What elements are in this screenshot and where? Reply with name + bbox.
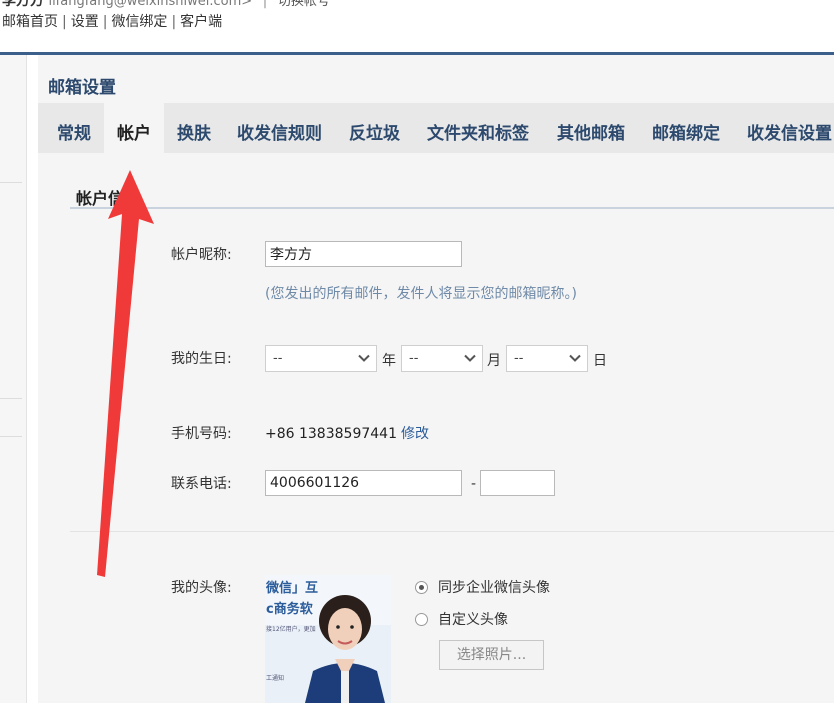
settings-panel: 邮箱设置 常规 帐户 换肤 收发信规则 反垃圾 文件夹和标签 其他邮箱 邮箱绑定… <box>38 55 834 703</box>
section-rule <box>70 207 834 209</box>
birthday-day-unit: 日 <box>593 353 607 369</box>
top-bar: 李方方 lifangfang@weixinshiwei.com> | 切换帐号 … <box>0 0 834 52</box>
user-email-suffix: > <box>241 0 253 9</box>
link-separator: | <box>62 14 67 30</box>
link-client[interactable]: 客户端 <box>180 14 222 30</box>
avatar-banner-line3: 接12亿用户，更加 <box>266 626 316 633</box>
avatar-banner-line4: 工通知 <box>266 675 285 682</box>
phone-value-row: +86 13838597441 修改 <box>265 423 429 443</box>
phone-modify-link[interactable]: 修改 <box>401 426 429 442</box>
chevron-down-icon <box>569 354 581 362</box>
switch-account-link[interactable]: 切换帐号 <box>278 0 330 9</box>
sidebar-divider <box>0 436 22 437</box>
user-name: 李方方 <box>2 0 44 9</box>
top-links: 邮箱首页 | 设置 | 微信绑定 | 客户端 <box>2 11 222 31</box>
nickname-hint: (您发出的所有邮件，发件人将显示您的邮箱昵称。) <box>265 286 577 302</box>
tab-skin[interactable]: 换肤 <box>177 103 211 153</box>
tab-folders-labels[interactable]: 文件夹和标签 <box>427 103 529 153</box>
user-line: 李方方 lifangfang@weixinshiwei.com> | 切换帐号 <box>2 0 330 10</box>
avatar-option-custom-label: 自定义头像 <box>438 612 508 628</box>
avatar-option-custom[interactable]: 自定义头像 <box>415 609 508 629</box>
page-title: 邮箱设置 <box>48 78 116 98</box>
tab-mail-rules[interactable]: 收发信规则 <box>237 103 322 153</box>
birthday-year-value: -- <box>273 351 283 366</box>
user-line-separator: | <box>262 0 268 9</box>
user-email: lifangfang@weixinshiwei.com <box>48 0 242 9</box>
radio-unchecked-icon[interactable] <box>415 613 428 626</box>
section-divider <box>70 531 834 532</box>
sidebar-divider <box>0 182 22 183</box>
nickname-input[interactable] <box>265 241 462 267</box>
link-mail-home[interactable]: 邮箱首页 <box>2 14 58 30</box>
birthday-month-unit: 月 <box>487 353 501 369</box>
link-settings[interactable]: 设置 <box>71 14 99 30</box>
avatar-option-sync-label: 同步企业微信头像 <box>438 580 550 596</box>
birthday-year-select[interactable]: -- <box>265 345 377 372</box>
chevron-down-icon <box>464 354 476 362</box>
sidebar-divider <box>0 398 22 399</box>
chevron-down-icon <box>358 354 370 362</box>
tab-other-mailboxes[interactable]: 其他邮箱 <box>557 103 625 153</box>
avatar: 微信」互 c商务软 接12亿用户，更加 工通知 <box>265 575 391 703</box>
tab-anti-spam[interactable]: 反垃圾 <box>349 103 400 153</box>
avatar-label: 我的头像: <box>171 580 232 596</box>
tab-account[interactable]: 帐户 <box>104 103 164 153</box>
tab-general[interactable]: 常规 <box>57 103 91 153</box>
tel-label: 联系电话: <box>171 476 232 492</box>
nickname-label: 帐户昵称: <box>171 247 232 263</box>
birthday-month-select[interactable]: -- <box>401 345 483 372</box>
link-wechat-binding[interactable]: 微信绑定 <box>111 14 167 30</box>
avatar-banner-line1: 微信」互 <box>266 581 319 596</box>
tel-input[interactable] <box>265 470 462 496</box>
avatar-banner-line2: c商务软 <box>266 602 313 617</box>
left-sidebar <box>0 55 27 703</box>
tab-mail-settings[interactable]: 收发信设置 <box>747 103 832 153</box>
birthday-day-value: -- <box>514 351 524 366</box>
tel-dash: - <box>471 476 477 492</box>
birthday-month-value: -- <box>409 351 419 366</box>
section-title: 帐户信息 <box>76 189 141 208</box>
birthday-label: 我的生日: <box>171 351 232 367</box>
birthday-day-select[interactable]: -- <box>506 345 588 372</box>
birthday-year-unit: 年 <box>382 353 396 369</box>
settings-tabs: 常规 帐户 换肤 收发信规则 反垃圾 文件夹和标签 其他邮箱 邮箱绑定 收发信设… <box>38 103 834 153</box>
avatar-option-sync[interactable]: 同步企业微信头像 <box>415 577 550 597</box>
radio-checked-icon[interactable] <box>415 581 428 594</box>
phone-value: +86 13838597441 <box>265 426 397 442</box>
choose-photo-button[interactable]: 选择照片... <box>439 640 544 670</box>
link-separator: | <box>171 14 177 30</box>
phone-label: 手机号码: <box>171 426 232 442</box>
link-separator: | <box>102 14 108 30</box>
tel-ext-input[interactable] <box>480 470 555 496</box>
tab-mailbox-binding[interactable]: 邮箱绑定 <box>652 103 720 153</box>
